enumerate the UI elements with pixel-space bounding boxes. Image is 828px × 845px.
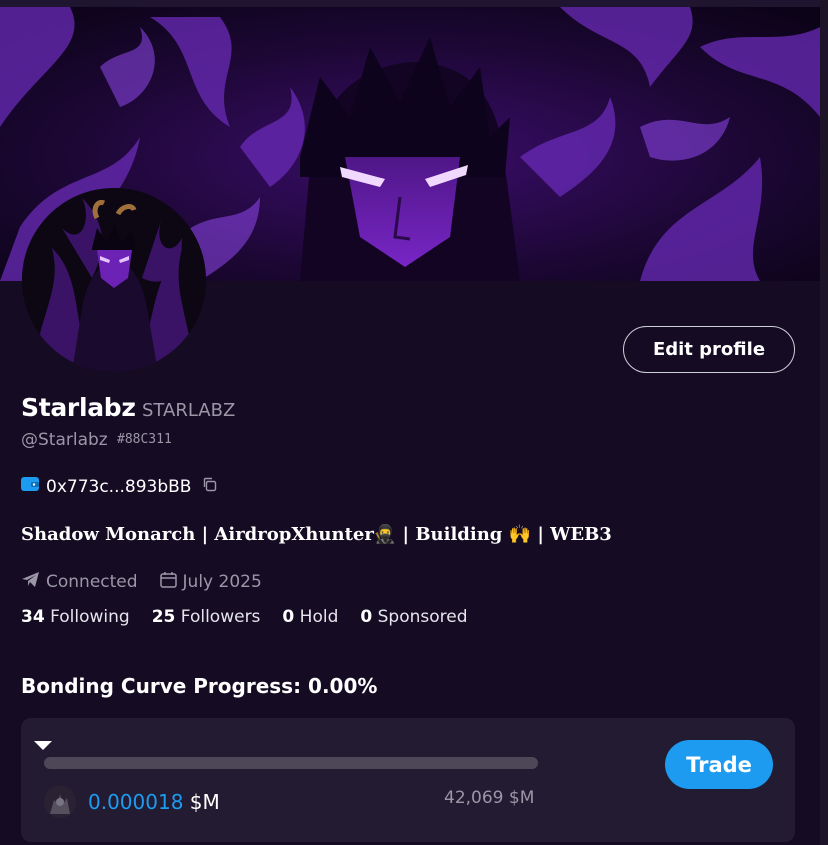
stat-count: 25 (151, 607, 176, 627)
avatar[interactable] (22, 188, 206, 372)
stat-label: Hold (299, 607, 339, 627)
token-ticker: STARLABZ (142, 400, 236, 421)
wallet-address: 0x773c...893bBB (46, 476, 192, 497)
join-date-text: July 2025 (182, 572, 262, 592)
wallet-icon (21, 476, 39, 497)
bonding-curve-title: Bonding Curve Progress: 0.00% (21, 674, 378, 698)
trade-button[interactable]: Trade (665, 740, 773, 789)
top-strip (0, 0, 828, 7)
join-date: July 2025 (159, 571, 262, 593)
stat-label: Following (50, 607, 130, 627)
progress-track (44, 757, 538, 769)
chevron-down-icon[interactable] (34, 741, 52, 750)
profile-bio: Shadow Monarch | AirdropXhunter🥷 | Build… (21, 524, 612, 545)
copy-icon[interactable] (202, 477, 217, 497)
stat-following[interactable]: 34 Following (21, 607, 130, 627)
stat-followers[interactable]: 25 Followers (152, 607, 261, 627)
token-icon (44, 786, 76, 818)
user-tag: #88C311 (117, 432, 172, 447)
stat-label: Followers (180, 607, 261, 627)
bonding-curve-card: 0.000018 $M 42,069 $M Trade (21, 718, 795, 842)
profile-meta: Connected July 2025 (21, 571, 284, 593)
stat-count: 0 (282, 607, 295, 627)
telegram-icon (21, 571, 40, 593)
telegram-status: Connected (21, 571, 138, 593)
stat-label: Sponsored (377, 607, 468, 627)
token-price: 0.000018 $M (88, 790, 220, 814)
market-cap-target: 42,069 $M (444, 788, 535, 808)
username-handle: @Starlabz (21, 430, 108, 450)
stat-count: 0 (360, 607, 373, 627)
stat-count: 34 (21, 607, 45, 627)
display-name: Starlabz (21, 393, 136, 422)
connection-status: Connected (46, 572, 138, 592)
calendar-icon (159, 571, 177, 593)
scrollbar-track[interactable] (820, 0, 828, 845)
stat-sponsored[interactable]: 0 Sponsored (360, 607, 467, 627)
price-unit: $M (189, 790, 220, 814)
stat-hold[interactable]: 0 Hold (282, 607, 338, 627)
wallet-address-row: 0x773c...893bBB (21, 476, 217, 497)
edit-profile-button[interactable]: Edit profile (623, 326, 795, 373)
price-value: 0.000018 (88, 790, 184, 814)
profile-stats: 34 Following 25 Followers 0 Hold 0 Spons… (21, 607, 490, 627)
